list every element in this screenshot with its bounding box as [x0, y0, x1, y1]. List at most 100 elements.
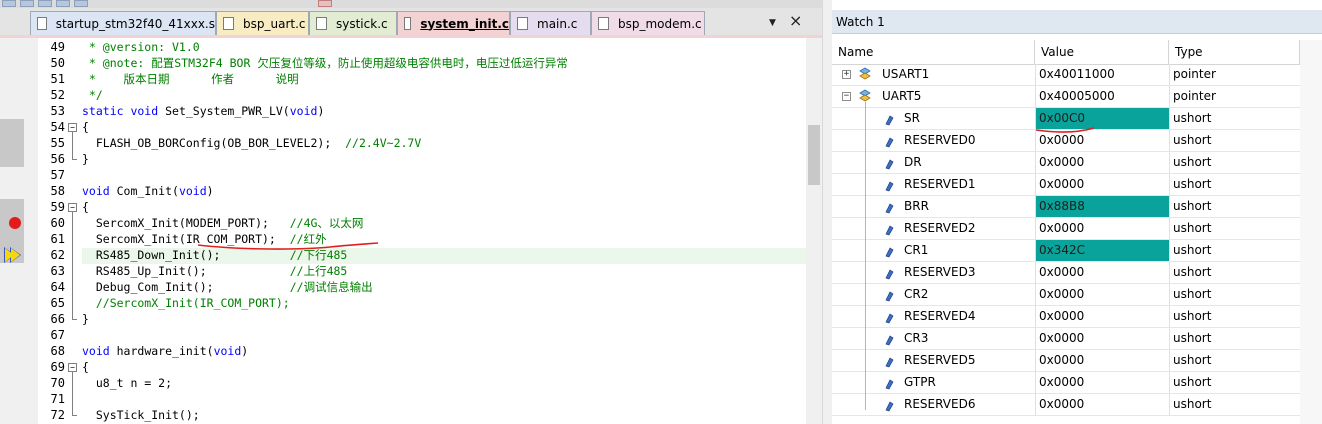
watch-value-cell[interactable]: 0x0000: [1035, 350, 1169, 371]
code-line[interactable]: SercomX_Init(IR_COM_PORT); //红外: [82, 231, 327, 247]
code-line[interactable]: SysTick_Init();: [82, 407, 200, 423]
line-number: 64: [50, 280, 65, 294]
code-line[interactable]: void hardware_init(void): [82, 343, 248, 359]
watch-row-dr[interactable]: DR 0x0000 ushort: [832, 152, 1300, 174]
code-line[interactable]: SercomX_Init(MODEM_PORT); //4G、以太网: [82, 215, 364, 231]
watch-row-reserved5[interactable]: RESERVED5 0x0000 ushort: [832, 350, 1300, 372]
editor-scrollbar-thumb[interactable]: [808, 125, 820, 185]
tab-system-init-c[interactable]: system_init.c: [397, 11, 510, 35]
watch-row-brr[interactable]: BRR 0x88B8 ushort: [832, 196, 1300, 218]
watch-item-name: CR3: [904, 331, 929, 345]
watch-value-cell[interactable]: 0x0000: [1035, 306, 1169, 327]
watch-value-cell[interactable]: 0x0000: [1035, 328, 1169, 349]
code-line[interactable]: {: [82, 119, 89, 135]
watch-row-gtpr[interactable]: GTPR 0x0000 ushort: [832, 372, 1300, 394]
tab-bsp-uart-c[interactable]: bsp_uart.c: [216, 11, 309, 35]
watch-value-cell[interactable]: 0x0000: [1035, 262, 1169, 283]
code-line[interactable]: u8_t n = 2;: [82, 375, 172, 391]
fold-toggle-icon[interactable]: −: [68, 123, 77, 132]
field-icon: [884, 266, 894, 280]
watch-value-cell[interactable]: 0x0000: [1035, 284, 1169, 305]
watch-value-cell[interactable]: 0x0000: [1035, 394, 1169, 415]
code-line[interactable]: //SercomX_Init(IR_COM_PORT);: [82, 295, 290, 311]
tab-startup-stm32f40-41xxx-s[interactable]: startup_stm32f40_41xxx.s: [30, 11, 216, 35]
collapse-icon[interactable]: −: [842, 92, 851, 101]
line-number: 70: [50, 376, 65, 390]
pane-splitter[interactable]: [822, 0, 832, 424]
code-area[interactable]: * @version: V1.0 * @note: 配置STM32F4 BOR …: [82, 38, 806, 424]
fold-toggle-icon[interactable]: −: [68, 363, 77, 372]
code-editor[interactable]: startup_stm32f40_41xxx.s bsp_uart.c systic…: [0, 0, 829, 424]
watch-value-cell[interactable]: 0x0000: [1035, 372, 1169, 393]
watch-row-reserved1[interactable]: RESERVED1 0x0000 ushort: [832, 174, 1300, 196]
toolbar-button[interactable]: [318, 0, 332, 7]
tab-systick-c[interactable]: systick.c: [309, 11, 397, 35]
watch-row-reserved3[interactable]: RESERVED3 0x0000 ushort: [832, 262, 1300, 284]
tab-main-c[interactable]: main.c: [510, 11, 591, 35]
toolbar-button[interactable]: [2, 0, 16, 7]
breakpoint-icon[interactable]: [9, 217, 21, 229]
watch-value-cell[interactable]: 0x40005000: [1035, 86, 1169, 107]
close-tab-icon[interactable]: ×: [789, 11, 802, 30]
column-header-name[interactable]: Name: [832, 40, 1035, 65]
watch-row-reserved6[interactable]: RESERVED6 0x0000 ushort: [832, 394, 1300, 416]
code-line[interactable]: RS485_Up_Init(); //上行485: [82, 263, 348, 279]
code-line[interactable]: RS485_Down_Init(); //下行485: [82, 247, 348, 263]
watch-row-reserved4[interactable]: RESERVED4 0x0000 ushort: [832, 306, 1300, 328]
watch-name-cell: GTPR: [832, 372, 1035, 393]
toolbar-button[interactable]: [74, 0, 88, 7]
watch-row-cr1[interactable]: CR1 0x342C ushort: [832, 240, 1300, 262]
breakpoint-gutter[interactable]: [0, 38, 38, 424]
toolbar-button[interactable]: [20, 0, 34, 7]
toolbar-button[interactable]: [56, 0, 70, 7]
watch-row-sr[interactable]: SR 0x00C0 ushort: [832, 108, 1300, 130]
code-line[interactable]: * 版本日期 作者 说明: [82, 71, 299, 87]
watch-value-cell[interactable]: 0x00C0: [1035, 108, 1169, 129]
tab-list-dropdown-icon[interactable]: ▼: [769, 18, 776, 28]
watch-name-cell: CR3: [832, 328, 1035, 349]
field-icon: [884, 244, 894, 258]
code-text: }: [82, 152, 89, 166]
watch-value-cell[interactable]: 0x0000: [1035, 174, 1169, 195]
watch-scrollbar[interactable]: [1300, 40, 1322, 424]
tab-bsp-modem-c[interactable]: bsp_modem.c: [591, 11, 705, 35]
code-line[interactable]: * @note: 配置STM32F4 BOR 欠压复位等级，防止使用超级电容供电…: [82, 55, 568, 71]
code-line[interactable]: FLASH_OB_BORConfig(OB_BOR_LEVEL2); //2.4…: [82, 135, 421, 151]
code-text: hardware_init(: [109, 344, 214, 358]
column-header-type[interactable]: Type: [1169, 40, 1300, 65]
watch-value-cell[interactable]: 0x0000: [1035, 218, 1169, 239]
watch-value-cell[interactable]: 0x40011000: [1035, 64, 1169, 85]
watch-row-reserved2[interactable]: RESERVED2 0x0000 ushort: [832, 218, 1300, 240]
editor-scrollbar[interactable]: [806, 38, 822, 424]
watch-row-reserved0[interactable]: RESERVED0 0x0000 ushort: [832, 130, 1300, 152]
field-icon: [884, 376, 894, 390]
field-icon: [884, 112, 894, 126]
code-comment: //SercomX_Init(IR_COM_PORT);: [82, 296, 290, 310]
watch-row-cr2[interactable]: CR2 0x0000 ushort: [832, 284, 1300, 306]
code-line[interactable]: static void Set_System_PWR_LV(void): [82, 103, 324, 119]
code-line[interactable]: */: [82, 87, 103, 103]
toolbar-button[interactable]: [38, 0, 52, 7]
watch-value-cell[interactable]: 0x342C: [1035, 240, 1169, 261]
watch-item-name: RESERVED3: [904, 265, 976, 279]
code-line[interactable]: void Com_Init(void): [82, 183, 214, 199]
code-line[interactable]: {: [82, 359, 89, 375]
watch-row-uart5[interactable]: − UART5 0x40005000 pointer: [832, 86, 1300, 108]
expand-icon[interactable]: +: [842, 70, 851, 79]
code-line[interactable]: }: [82, 151, 89, 167]
field-icon: [884, 156, 894, 170]
code-line[interactable]: Debug_Com_Init(); //调试信息输出: [82, 279, 373, 295]
watch-value-cell[interactable]: 0x88B8: [1035, 196, 1169, 217]
code-text: {: [82, 360, 89, 374]
fold-toggle-icon[interactable]: −: [68, 203, 77, 212]
watch-value-cell[interactable]: 0x0000: [1035, 130, 1169, 151]
column-header-value[interactable]: Value: [1035, 40, 1169, 65]
code-line[interactable]: * @version: V1.0: [82, 39, 200, 55]
watch-value-cell[interactable]: 0x0000: [1035, 152, 1169, 173]
code-line[interactable]: {: [82, 199, 89, 215]
code-line[interactable]: }: [82, 311, 89, 327]
watch-type-cell: ushort: [1169, 350, 1300, 371]
code-comment: * @version: V1.0: [82, 40, 200, 54]
watch-row-usart1[interactable]: + USART1 0x40011000 pointer: [832, 64, 1300, 86]
watch-row-cr3[interactable]: CR3 0x0000 ushort: [832, 328, 1300, 350]
